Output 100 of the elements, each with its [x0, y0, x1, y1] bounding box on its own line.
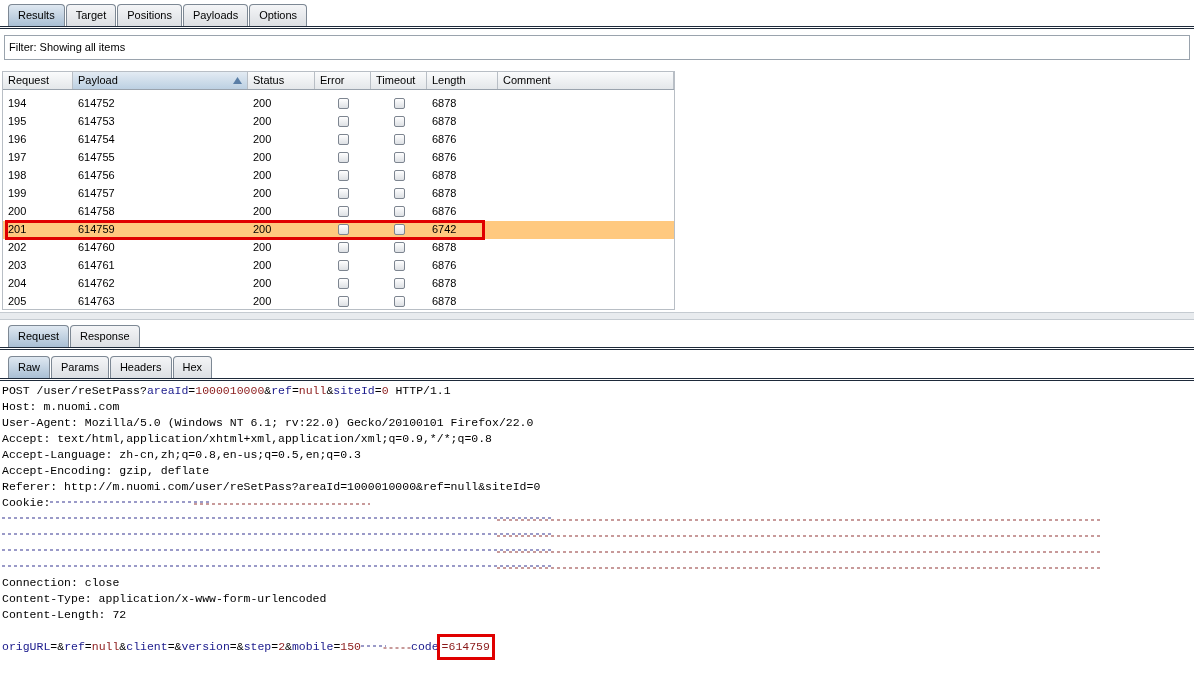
table-cell-text: 200 — [252, 150, 273, 166]
request-text: Referer: http://m.nuomi.com/user/reSetPass?areaId=1000010000&ref=null&siteId=0 — [2, 479, 541, 495]
table-cell-text: 6878 — [431, 240, 458, 256]
table-cell-text: 200 — [252, 276, 273, 292]
checkbox[interactable] — [337, 242, 349, 253]
table-cell-text: 200 — [252, 96, 273, 112]
checkbox[interactable] — [393, 242, 405, 253]
checkbox[interactable] — [393, 170, 405, 181]
request-text: =& — [229, 639, 244, 655]
filter-bar[interactable]: Filter: Showing all items — [4, 35, 1190, 60]
table-cell-text: 6878 — [431, 96, 458, 112]
checkbox[interactable] — [337, 206, 349, 217]
tab[interactable]: Hex — [172, 356, 213, 378]
table-cell-text: 200 — [252, 222, 273, 238]
request-text: = — [84, 639, 92, 655]
table-cell-text: 614753 — [77, 114, 116, 130]
table-cell-text: 614754 — [77, 132, 116, 148]
checkbox[interactable] — [337, 152, 349, 163]
table-cell-text: 6878 — [431, 294, 458, 309]
request-text: Accept-Encoding: gzip, deflate — [2, 463, 210, 479]
table-cell-text: 200 — [252, 204, 273, 220]
column-header[interactable]: Comment — [498, 72, 674, 89]
request-text: = — [291, 383, 299, 399]
checkbox[interactable] — [393, 224, 405, 235]
sort-arrow-icon — [233, 76, 242, 84]
checkbox[interactable] — [337, 296, 349, 307]
table-cell-text: 614763 — [77, 294, 116, 309]
checkbox[interactable] — [393, 296, 405, 307]
request-text: Cookie: — [2, 495, 51, 511]
request-text: & — [264, 383, 272, 399]
request-text: areaId — [146, 383, 189, 399]
request-text: code — [411, 639, 439, 655]
table-cell-text: 198 — [7, 168, 28, 184]
request-text: 0 — [381, 383, 389, 399]
request-text: =& — [50, 639, 65, 655]
column-header[interactable]: Request — [3, 72, 73, 89]
table-cell-text: 203 — [7, 258, 28, 274]
table-cell-text: 200 — [252, 240, 273, 256]
request-text: ref — [64, 639, 85, 655]
table-cell-text: 200 — [252, 114, 273, 130]
tab[interactable]: Response — [70, 325, 140, 347]
tab[interactable]: Options — [249, 4, 308, 26]
checkbox[interactable] — [337, 260, 349, 271]
checkbox[interactable] — [393, 116, 405, 127]
table-cell-text: 200 — [7, 204, 28, 220]
checkbox[interactable] — [393, 188, 405, 199]
tab[interactable]: Raw — [8, 356, 50, 378]
request-text: POST /user/reSetPass? — [2, 383, 147, 399]
checkbox[interactable] — [337, 134, 349, 145]
checkbox[interactable] — [393, 260, 405, 271]
tab[interactable]: Target — [65, 4, 117, 26]
tab[interactable]: Headers — [109, 356, 172, 378]
checkbox[interactable] — [393, 278, 405, 289]
table-cell-text: 195 — [7, 114, 28, 130]
request-text: step — [243, 639, 272, 655]
column-header[interactable]: Length — [427, 72, 498, 89]
table-cell-text: 6876 — [431, 258, 458, 274]
request-text: siteId — [333, 383, 375, 399]
table-cell-text: 6878 — [431, 186, 458, 202]
column-header[interactable]: Error — [315, 72, 371, 89]
checkbox[interactable] — [393, 152, 405, 163]
checkbox[interactable] — [337, 278, 349, 289]
table-cell-text: 200 — [252, 132, 273, 148]
column-header[interactable]: Payload — [73, 72, 248, 89]
request-text: =& — [167, 639, 182, 655]
checkbox[interactable] — [337, 116, 349, 127]
checkbox[interactable] — [337, 224, 349, 235]
table-cell-text: 614757 — [77, 186, 116, 202]
checkbox[interactable] — [393, 98, 405, 109]
table-cell-text: 614752 — [77, 96, 116, 112]
table-cell-text: 205 — [7, 294, 28, 309]
request-text: = — [333, 639, 341, 655]
request-text: version — [181, 639, 230, 655]
request-text: Content-Length: 72 — [2, 607, 127, 623]
checkbox[interactable] — [337, 188, 349, 199]
table-cell-text: 201 — [7, 222, 28, 238]
table-cell-text: 197 — [7, 150, 28, 166]
table-cell-text: 6878 — [431, 276, 458, 292]
table-cell-text: 614761 — [77, 258, 116, 274]
request-text: ref — [271, 383, 292, 399]
request-text: Accept: text/html,application/xhtml+xml,application/xml;q=0.9,*/*;q=0.8 — [2, 431, 492, 447]
tab[interactable]: Positions — [117, 4, 182, 26]
request-text: 2 — [278, 639, 286, 655]
table-cell-text: 200 — [252, 168, 273, 184]
tab[interactable]: Results — [8, 4, 65, 26]
checkbox[interactable] — [337, 170, 349, 181]
redacted-text-drawing — [361, 645, 411, 649]
request-text: =614759 — [439, 637, 492, 657]
request-text: 1000010000 — [195, 383, 265, 399]
column-header[interactable]: Timeout — [371, 72, 427, 89]
tab[interactable]: Payloads — [182, 4, 249, 26]
checkbox[interactable] — [337, 98, 349, 109]
table-cell-text: 6876 — [431, 204, 458, 220]
table-cell-text: 614762 — [77, 276, 116, 292]
column-header[interactable]: Status — [248, 72, 315, 89]
checkbox[interactable] — [393, 134, 405, 145]
tab[interactable]: Params — [51, 356, 109, 378]
checkbox[interactable] — [393, 206, 405, 217]
table-cell-text: 196 — [7, 132, 28, 148]
tab[interactable]: Request — [8, 325, 69, 347]
